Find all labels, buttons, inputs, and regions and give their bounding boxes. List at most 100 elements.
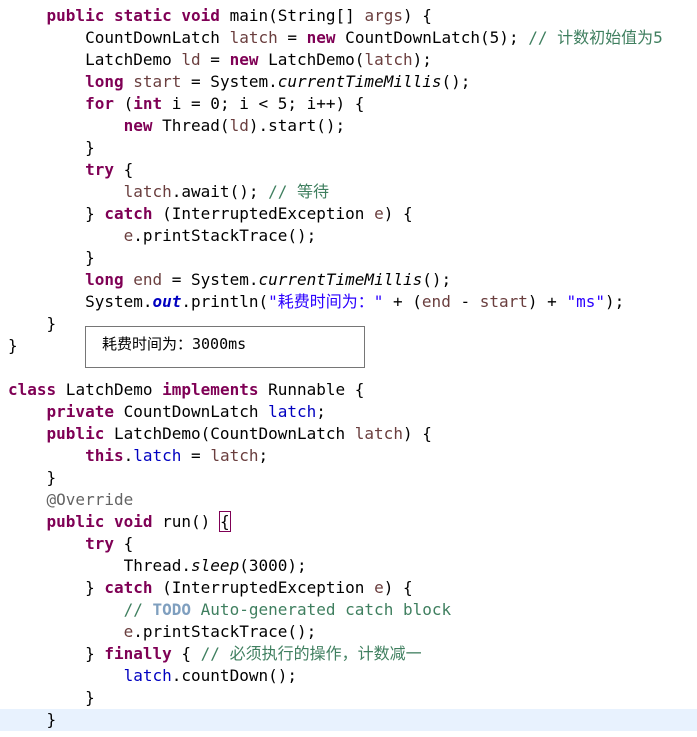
code-text: { [113,534,134,553]
local-variable: start [479,292,528,311]
local-variable: latch [229,28,278,47]
keyword: long [85,72,124,91]
code-text: = [277,28,307,47]
code-text: (); [441,72,471,91]
code-line-close[interactable]: } [8,687,95,709]
code-line-end-decl[interactable]: long end = System.currentTimeMillis(); [8,269,451,291]
code-text: .await(); [171,182,269,201]
keyword: finally [104,644,172,663]
code-text: } [85,578,105,597]
code-text: .countDown(); [171,666,297,685]
code-line-todo-comment[interactable]: // TODO Auto-generated catch block [8,599,452,621]
code-text: LatchDemo [85,50,182,69]
code-text: = [181,446,211,465]
code-line-class-decl[interactable]: class LatchDemo implements Runnable { [8,379,364,401]
code-line-thread[interactable]: new Thread(ld).start(); [8,115,346,137]
code-text: run() [152,512,220,531]
code-line-sleep[interactable]: Thread.sleep(3000); [8,555,307,577]
local-variable: args [364,6,403,25]
code-line-close-class[interactable]: } [8,335,18,357]
code-text: Thread( [152,116,230,135]
code-line-countdown[interactable]: latch.countDown(); [8,665,297,687]
code-text: ) + [527,292,567,311]
code-text: (); [422,270,452,289]
code-text: } [46,314,57,333]
todo-tag: TODO [152,600,192,619]
code-line-catch[interactable]: } catch (InterruptedException e) { [8,577,413,599]
code-line-close[interactable]: } [8,137,95,159]
current-line-highlight [0,709,697,731]
console-output-text: 耗费时间为：3000ms [102,335,247,353]
keyword: catch [104,578,153,597]
code-line-close-run[interactable]: } [8,709,57,731]
code-text: LatchDemo( [258,50,365,69]
code-text: main(String[] [229,6,365,25]
comment: // 计数初始值为5 [528,28,663,47]
code-line-for[interactable]: for (int i = 0; i < 5; i++) { [8,93,364,115]
code-text: (3000); [239,556,307,575]
local-variable: latch [123,182,172,201]
code-text: ); [604,292,625,311]
code-line-try[interactable]: try { [8,533,133,555]
code-text: = [200,50,230,69]
code-text: ; [316,402,326,421]
keyword: new [229,50,259,69]
code-line-main-signature[interactable]: public static void main(String[] args) { [8,5,432,27]
code-text: CountDownLatch [85,28,230,47]
code-line-run-decl[interactable]: public void run() { [8,511,231,533]
code-text: + ( [383,292,422,311]
code-line-ld-decl[interactable]: LatchDemo ld = new LatchDemo(latch); [8,49,432,71]
matched-bracket: { [218,511,231,532]
keyword: void [113,512,153,531]
keyword: this [85,446,124,465]
string-literal: "ms" [566,292,605,311]
code-line-catch[interactable]: } catch (InterruptedException e) { [8,203,413,225]
code-line-try[interactable]: try { [8,159,133,181]
code-line-annotation[interactable]: @Override [8,489,134,511]
code-line-print-stack[interactable]: e.printStackTrace(); [8,225,317,247]
local-variable: e [123,622,134,641]
code-text: Thread. [123,556,192,575]
keyword: try [85,160,114,179]
keyword: new [306,28,336,47]
code-line-finally[interactable]: } finally { // 必须执行的操作，计数减一 [8,643,422,665]
code-text: { [171,644,201,663]
code-line-println[interactable]: System.out.println("耗费时间为：" + (end - sta… [8,291,624,313]
keyword: public [46,424,105,443]
code-text: = System. [162,270,259,289]
annotation: @Override [46,490,134,509]
code-text: { [113,160,134,179]
code-text: ; [258,446,269,465]
code-text: - [450,292,480,311]
code-text: ); [412,50,432,69]
code-line-close[interactable]: } [8,467,57,489]
code-text: } [46,710,57,729]
code-line-start-decl[interactable]: long start = System.currentTimeMillis(); [8,71,470,93]
comment: // 等待 [268,182,329,201]
code-line-print-stack[interactable]: e.printStackTrace(); [8,621,317,643]
editor-gutter [0,0,4,737]
code-line-await[interactable]: latch.await(); // 等待 [8,181,329,203]
code-text: (InterruptedException [152,204,375,223]
code-text: ) { [402,424,432,443]
code-line-latch-decl[interactable]: CountDownLatch latch = new CountDownLatc… [8,27,663,49]
code-text: = System. [181,72,278,91]
local-variable: e [374,204,384,223]
code-line-this-assign[interactable]: this.latch = latch; [8,445,268,467]
keyword: public [46,6,105,25]
code-line-field-decl[interactable]: private CountDownLatch latch; [8,401,326,423]
code-line-close[interactable]: } [8,247,95,269]
code-text: } [85,688,95,707]
code-editor[interactable]: public static void main(String[] args) {… [0,0,697,737]
local-variable: e [374,578,384,597]
code-line-close-main[interactable]: } [8,313,57,335]
code-line-constructor[interactable]: public LatchDemo(CountDownLatch latch) { [8,423,432,445]
code-text: LatchDemo [56,380,163,399]
code-text: CountDownLatch(5); [335,28,529,47]
code-text: System. [85,292,153,311]
keyword: class [8,380,57,399]
code-text: CountDownLatch [113,402,269,421]
code-text: } [85,138,95,157]
keyword: new [123,116,153,135]
code-text: ( [113,94,134,113]
